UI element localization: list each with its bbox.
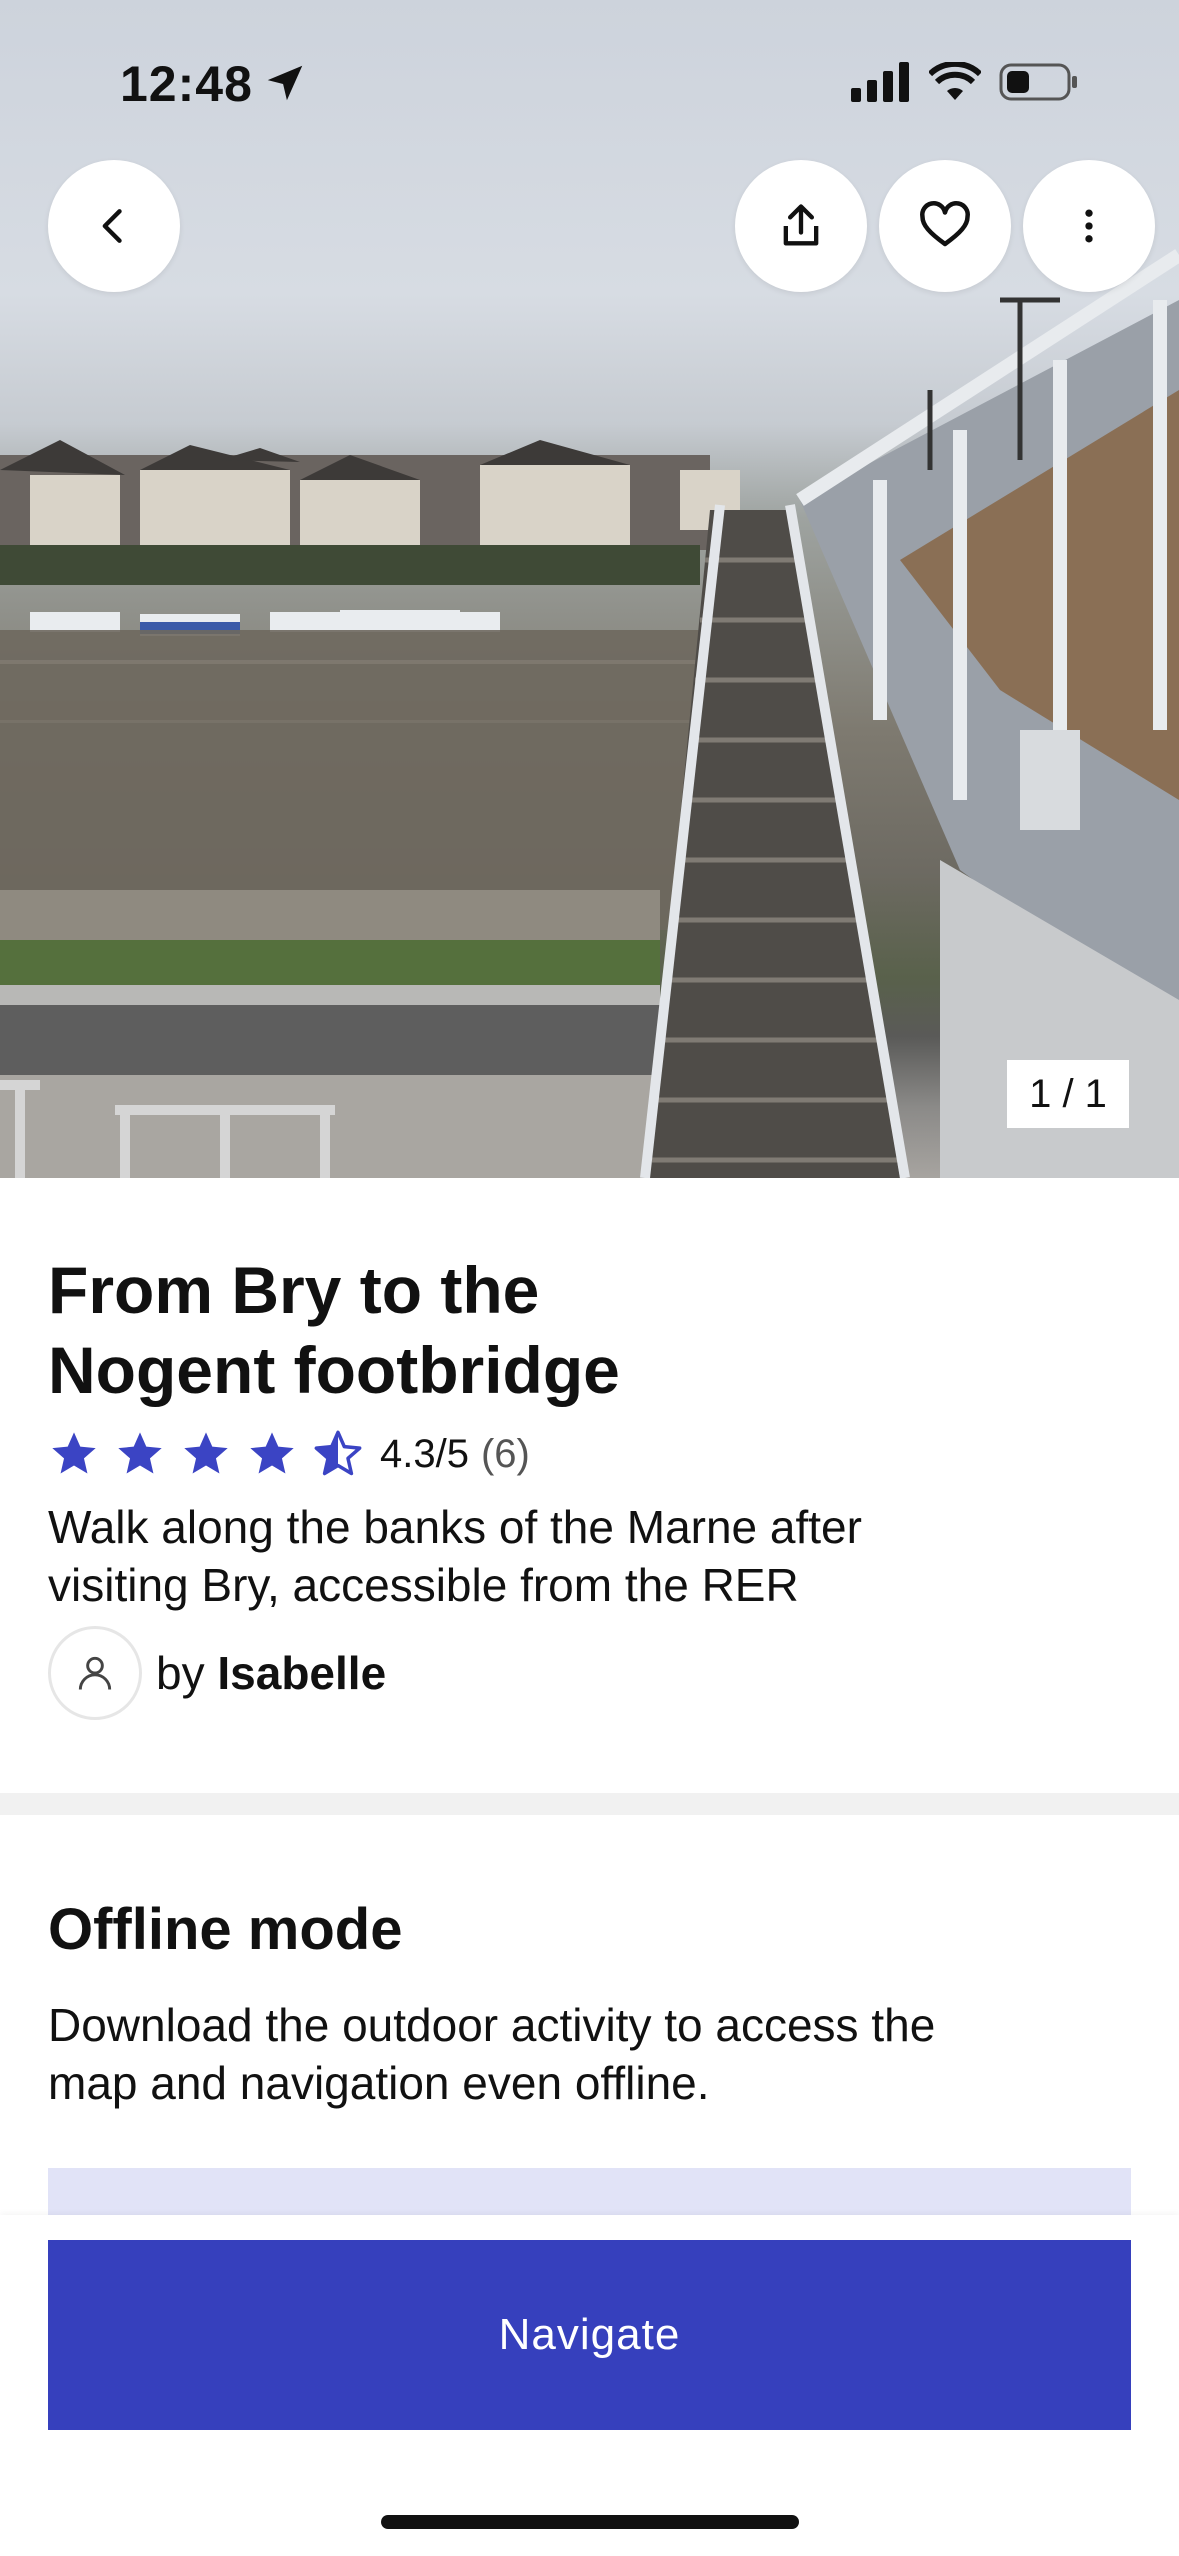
more-options-button[interactable] <box>1023 160 1155 292</box>
offline-heading: Offline mode <box>48 1897 403 1962</box>
favorite-button[interactable] <box>879 160 1011 292</box>
back-button[interactable] <box>48 160 180 292</box>
route-summary: From Bry to the Nogent footbridge 4.3/5 … <box>48 1250 1138 1720</box>
navigate-button[interactable]: Navigate <box>48 2240 1131 2430</box>
author-label[interactable]: by Isabelle <box>156 1646 386 1700</box>
heart-icon <box>920 201 970 247</box>
offline-download-card[interactable] <box>48 2168 1131 2218</box>
author-row[interactable]: by Isabelle <box>48 1626 1138 1720</box>
back-arrow-icon <box>102 209 122 243</box>
user-icon <box>78 1656 112 1690</box>
location-arrow-icon <box>267 65 303 101</box>
route-title-line-2: Nogent footbridge <box>48 1333 620 1407</box>
offline-text: Download the outdoor activity to access … <box>48 1996 1138 2112</box>
photo-counter: 1 / 1 <box>1007 1060 1129 1128</box>
route-description-line-1: Walk along the banks of the Marne after <box>48 1501 862 1553</box>
star-icon <box>250 1432 294 1474</box>
rating-value: 4.3/5 <box>380 1431 469 1476</box>
offline-section: Offline mode Download the outdoor activi… <box>48 1890 1138 2112</box>
status-time: 12:48 <box>120 56 253 112</box>
section-divider <box>0 1793 1179 1815</box>
half-star-icon <box>314 1430 362 1476</box>
more-vertical-icon <box>1085 209 1093 243</box>
share-icon <box>783 204 819 246</box>
author-name[interactable]: Isabelle <box>217 1647 386 1699</box>
offline-text-line-2: map and navigation even offline. <box>48 2057 710 2109</box>
star-icon <box>52 1432 96 1474</box>
route-title: From Bry to the Nogent footbridge <box>48 1250 1138 1410</box>
route-title-line-1: From Bry to the <box>48 1253 540 1327</box>
star-icon <box>118 1432 162 1474</box>
wifi-icon <box>929 62 981 100</box>
review-count: (6) <box>480 1431 530 1476</box>
hero-photo[interactable]: 12:48 1 / 1 <box>0 0 1179 1178</box>
route-description: Walk along the banks of the Marne after … <box>48 1498 1138 1614</box>
rating-stars <box>48 1428 364 1480</box>
battery-icon <box>999 63 1077 101</box>
offline-text-line-1: Download the outdoor activity to access … <box>48 1999 936 2051</box>
star-icon <box>184 1432 228 1474</box>
author-prefix: by <box>156 1647 205 1699</box>
signal-icon <box>851 62 909 102</box>
share-button[interactable] <box>735 160 867 292</box>
route-description-line-2: visiting Bry, accessible from the RER <box>48 1559 799 1611</box>
status-bar: 12:48 <box>0 0 1179 170</box>
rating-row[interactable]: 4.3/5 (6) <box>48 1424 1138 1484</box>
home-indicator[interactable] <box>381 2515 799 2529</box>
avatar[interactable] <box>48 1626 142 1720</box>
photo-scene <box>0 249 1179 1178</box>
